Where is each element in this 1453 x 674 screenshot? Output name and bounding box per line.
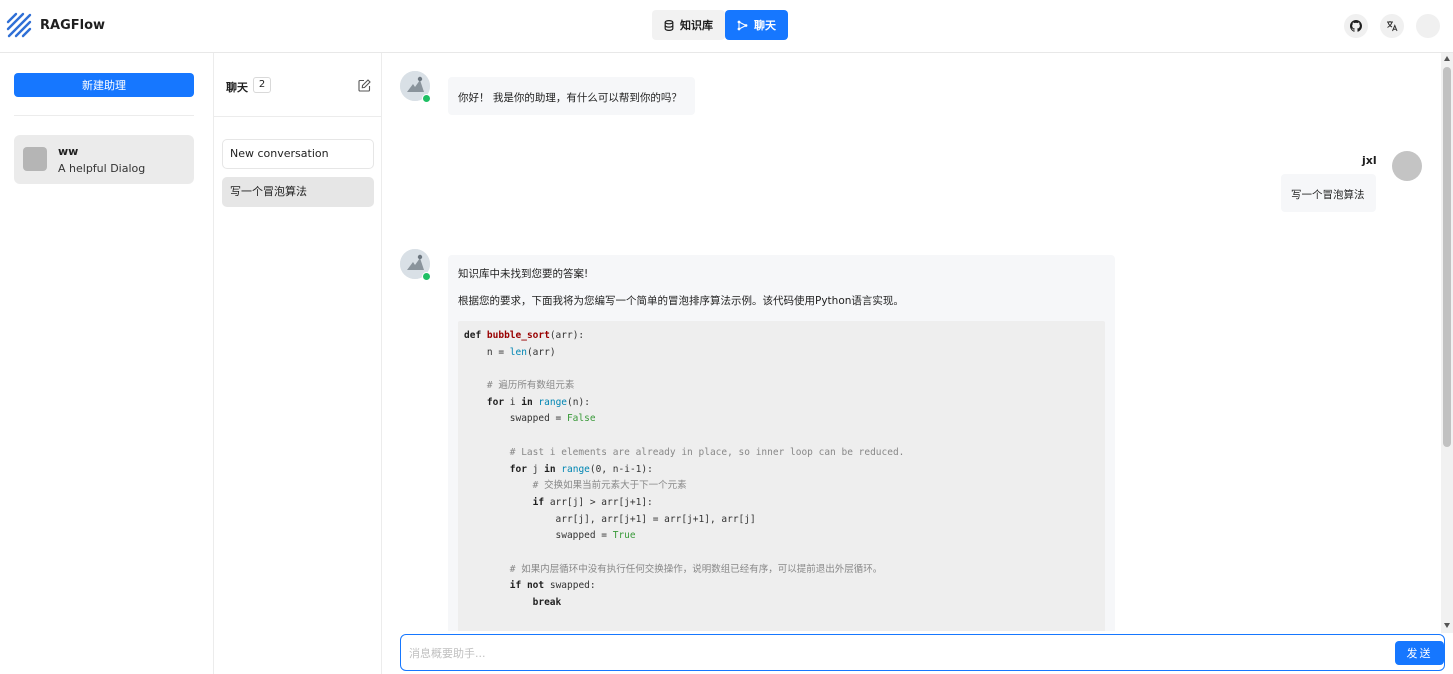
code-block: def bubble_sort(arr): n = len(arr) # 遍历所… — [458, 321, 1105, 631]
assistant-message: 你好！ 我是你的助理，有什么可以帮到你的吗？ — [448, 77, 695, 115]
language-button[interactable] — [1380, 14, 1404, 38]
github-button[interactable] — [1344, 14, 1368, 38]
code-line: n = len(arr) — [464, 346, 556, 358]
tab-knowledge-base[interactable]: 知识库 — [652, 10, 725, 40]
tab-chat-label: 聊天 — [754, 19, 776, 32]
database-icon — [664, 19, 674, 31]
message-input-box: 发送 — [400, 634, 1445, 671]
assistant-card-ww[interactable]: ww A helpful Dialog — [14, 135, 194, 184]
tab-chat[interactable]: 聊天 — [725, 10, 788, 40]
code-line: swapped = False — [464, 413, 596, 425]
app-header: RAGFlow 知识库 聊天 — [0, 0, 1453, 53]
message-text: 根据您的要求，下面我将为您编写一个简单的冒泡排序算法示例。该代码使用Python… — [458, 295, 904, 307]
code-line: break — [532, 597, 562, 608]
chat-nodes-icon — [737, 20, 748, 30]
code-line: for j in range(0, n-i-1): — [509, 463, 653, 475]
user-avatar — [1392, 151, 1422, 181]
new-assistant-button[interactable]: 新建助理 — [14, 73, 194, 97]
conversation-item-selected[interactable]: 写一个冒泡算法 — [222, 177, 374, 207]
scroll-up-arrow-icon[interactable] — [1444, 56, 1450, 61]
assistant-name: ww — [58, 145, 79, 158]
chat-area: 你好！ 我是你的助理，有什么可以帮到你的吗？ jxl 写一个冒泡算法 知识库中未… — [382, 53, 1453, 674]
online-status-dot — [422, 94, 431, 103]
message-text: 知识库中未找到您要的答案! — [458, 268, 589, 280]
code-line: # 遍历所有数组元素 — [464, 380, 575, 392]
message-text: 你好！ 我是你的助理，有什么可以帮到你的吗？ — [458, 92, 682, 104]
scroll-down-arrow-icon[interactable] — [1444, 623, 1450, 628]
code-line: arr[j], arr[j+1] = arr[j+1], arr[j] — [464, 513, 756, 525]
assistant-description: A helpful Dialog — [58, 162, 146, 175]
tab-knowledge-base-label: 知识库 — [680, 19, 713, 32]
message-list[interactable]: 你好！ 我是你的助理，有什么可以帮到你的吗？ jxl 写一个冒泡算法 知识库中未… — [382, 53, 1441, 631]
message-scrollbar[interactable] — [1441, 53, 1453, 633]
code-line: # Last i elements are already in place, … — [464, 446, 905, 458]
user-name: jxl — [1362, 154, 1377, 167]
conversation-panel: 聊天 2 New conversation 写一个冒泡算法 — [214, 53, 382, 674]
ragflow-logo-icon — [6, 12, 32, 38]
conversation-count-badge: 2 — [253, 77, 271, 93]
main-nav: 知识库 聊天 — [652, 10, 788, 40]
user-avatar[interactable] — [1416, 14, 1440, 38]
code-line: if not swapped: — [509, 580, 596, 592]
assistant-avatar — [23, 147, 47, 171]
github-icon — [1350, 20, 1362, 32]
scroll-thumb[interactable] — [1443, 67, 1451, 447]
online-status-dot — [422, 272, 431, 281]
new-conversation-edit-icon[interactable] — [358, 79, 371, 92]
message-input[interactable] — [409, 643, 1379, 663]
app-name: RAGFlow — [40, 17, 106, 33]
message-text: 写一个冒泡算法 — [1291, 189, 1365, 201]
assistant-message: 知识库中未找到您要的答案! 根据您的要求，下面我将为您编写一个简单的冒泡排序算法… — [448, 255, 1115, 631]
code-line: # 交换如果当前元素大于下一个元素 — [464, 480, 687, 492]
user-message: 写一个冒泡算法 — [1281, 174, 1376, 212]
code-line: def bubble_sort(arr): — [464, 330, 585, 341]
code-line: for i in range(n): — [486, 396, 590, 408]
assistant-panel: 新建助理 ww A helpful Dialog — [0, 53, 214, 674]
code-line: swapped = True — [464, 530, 636, 542]
translate-icon — [1387, 21, 1398, 32]
divider — [14, 115, 194, 116]
code-line: if arr[j] > arr[j+1]: — [532, 496, 653, 508]
conversation-item[interactable]: New conversation — [222, 139, 374, 169]
conversation-header: 聊天 2 — [214, 53, 382, 117]
conversation-title: 聊天 — [226, 81, 248, 94]
code-line: # 如果内层循环中没有执行任何交换操作，说明数组已经有序，可以提前退出外层循环。 — [464, 563, 883, 575]
logo[interactable]: RAGFlow — [6, 12, 105, 38]
send-button[interactable]: 发送 — [1395, 641, 1444, 665]
code-line: return arr — [464, 628, 1099, 631]
